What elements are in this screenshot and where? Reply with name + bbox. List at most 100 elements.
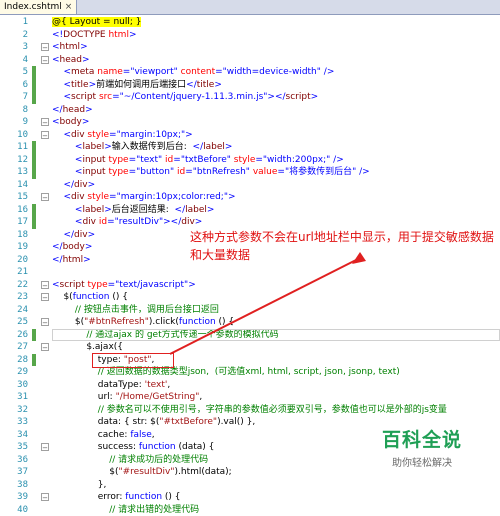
code-line[interactable]: 11 <label>输入数据传到后台: </label>: [0, 141, 500, 154]
fold-toggle-icon[interactable]: −: [41, 193, 49, 201]
code-line[interactable]: 38 },: [0, 479, 500, 492]
line-number: 3: [0, 41, 28, 54]
code-line[interactable]: 27− $.ajax({: [0, 341, 500, 354]
fold-toggle-icon[interactable]: −: [41, 443, 49, 451]
code-text: <div style="margin:10px;">: [52, 129, 193, 142]
code-line[interactable]: 3 −<html>: [0, 41, 500, 54]
fold-toggle-icon[interactable]: −: [41, 293, 49, 301]
code-line[interactable]: 7 <script src="~/Content/jquery-1.11.3.m…: [0, 91, 500, 104]
fold-toggle-icon[interactable]: −: [41, 56, 49, 64]
fold-toggle-icon[interactable]: −: [41, 493, 49, 501]
fold-toggle-icon[interactable]: −: [41, 118, 49, 126]
line-number: 7: [0, 91, 28, 104]
change-marker: [32, 216, 36, 229]
line-number: 20: [0, 254, 28, 267]
code-line[interactable]: 17 <div id="resultDiv"></div>: [0, 216, 500, 229]
line-number: 9: [0, 116, 28, 129]
code-text: <div id="resultDiv"></div>: [52, 216, 202, 229]
code-text: <title>前端如何调用后端接口</title>: [52, 79, 222, 92]
change-marker: [32, 354, 36, 367]
code-text: <!DOCTYPE html>: [52, 29, 137, 42]
code-line[interactable]: 21: [0, 266, 500, 279]
code-line[interactable]: 32 // 参数名可以不使用引号，字符串的参数值必须要双引号，参数值也可以是外部…: [0, 404, 500, 417]
code-line[interactable]: 16 <label>后台返回结果: </label>: [0, 204, 500, 217]
code-line[interactable]: 15− <div style="margin:10px;color:red;">: [0, 191, 500, 204]
fold-toggle-icon[interactable]: −: [41, 131, 49, 139]
code-line[interactable]: 24 // 按钮点击事件，调用后台接口返回: [0, 304, 500, 317]
code-line[interactable]: 10 − <div style="margin:10px;">: [0, 129, 500, 142]
line-number: 39: [0, 491, 28, 504]
line-number: 40: [0, 504, 28, 516]
line-number: 28: [0, 354, 28, 367]
line-number: 8: [0, 104, 28, 117]
code-line[interactable]: 12 <input type="text" id="txtBefore" sty…: [0, 154, 500, 167]
code-text: // 请求成功后的处理代码: [52, 454, 208, 467]
code-text: <input type="text" id="txtBefore" style=…: [52, 154, 344, 167]
highlight-box: [92, 353, 174, 368]
line-number: 32: [0, 404, 28, 417]
line-number: 24: [0, 304, 28, 317]
code-line[interactable]: 1@{ Layout = null; }: [0, 16, 500, 29]
fold-toggle-icon[interactable]: −: [41, 281, 49, 289]
line-number: 30: [0, 379, 28, 392]
code-line[interactable]: 23− $(function () {: [0, 291, 500, 304]
line-number: 16: [0, 204, 28, 217]
code-text: <html>: [52, 41, 88, 54]
line-number: 10: [0, 129, 28, 142]
fold-toggle-icon[interactable]: −: [41, 43, 49, 51]
code-line[interactable]: 13 <input type="button" id="btnRefresh" …: [0, 166, 500, 179]
code-text: cache: false,: [52, 429, 155, 442]
code-line[interactable]: 8</head>: [0, 104, 500, 117]
code-line[interactable]: 30 dataType: 'text',: [0, 379, 500, 392]
line-number: 31: [0, 391, 28, 404]
line-number: 11: [0, 141, 28, 154]
code-line[interactable]: 39− error: function () {: [0, 491, 500, 504]
code-text: // 参数名可以不使用引号，字符串的参数值必须要双引号，参数值也可以是外部的js…: [52, 404, 447, 417]
code-line[interactable]: 31 url: "/Home/GetString",: [0, 391, 500, 404]
code-text: dataType: 'text',: [52, 379, 170, 392]
code-text: </html>: [52, 254, 91, 267]
code-line[interactable]: 4−<head>: [0, 54, 500, 67]
code-text: data: { str: $("#txtBefore").val() },: [52, 416, 255, 429]
tab-bar: Index.cshtml ×: [0, 0, 500, 15]
tab-title: Index.cshtml: [4, 0, 62, 14]
code-line[interactable]: 29 // 返回数据的数据类型json, (可选值xml, html, scri…: [0, 366, 500, 379]
code-line[interactable]: 14 </div>: [0, 179, 500, 192]
line-number: 15: [0, 191, 28, 204]
code-line[interactable]: 6 <title>前端如何调用后端接口</title>: [0, 79, 500, 92]
code-text: <label>后台返回结果: </label>: [52, 204, 214, 217]
code-text: },: [52, 479, 106, 492]
code-line[interactable]: 5 <meta name="viewport" content="width=d…: [0, 66, 500, 79]
code-line[interactable]: 22−<script type="text/javascript">: [0, 279, 500, 292]
code-line[interactable]: 25− $("#btnRefresh").click(function () {: [0, 316, 500, 329]
code-line[interactable]: 9−<body>: [0, 116, 500, 129]
code-line[interactable]: 2 <!DOCTYPE html>: [0, 29, 500, 42]
line-number: 33: [0, 416, 28, 429]
close-icon[interactable]: ×: [65, 0, 73, 14]
line-number: 34: [0, 429, 28, 442]
line-number: 23: [0, 291, 28, 304]
line-number: 2: [0, 29, 28, 42]
line-number: 21: [0, 266, 28, 279]
line-number: 26: [0, 329, 28, 342]
line-number: 14: [0, 179, 28, 192]
code-text: url: "/Home/GetString",: [52, 391, 202, 404]
line-number: 36: [0, 454, 28, 467]
fold-toggle-icon[interactable]: −: [41, 343, 49, 351]
code-text: // 按钮点击事件，调用后台接口返回: [52, 304, 219, 317]
code-text: </body>: [52, 241, 92, 254]
watermark-sub: 助你轻松解决: [362, 454, 482, 469]
code-text: </div>: [52, 229, 95, 242]
line-number: 37: [0, 466, 28, 479]
fold-toggle-icon[interactable]: −: [41, 318, 49, 326]
change-marker: [32, 91, 36, 104]
annotation-text: 这种方式参数不会在url地址栏中显示，用于提交敏感数据和大量数据: [190, 228, 495, 264]
code-text: <meta name="viewport" content="width=dev…: [52, 66, 334, 79]
current-line-highlight: [52, 329, 500, 342]
line-number: 17: [0, 216, 28, 229]
code-line[interactable]: 28 type: "post",: [0, 354, 500, 367]
code-text: </div>: [52, 179, 95, 192]
change-marker: [32, 141, 36, 154]
tab-index-cshtml[interactable]: Index.cshtml ×: [0, 0, 77, 14]
code-line[interactable]: 40 // 请求出错的处理代码: [0, 504, 500, 516]
